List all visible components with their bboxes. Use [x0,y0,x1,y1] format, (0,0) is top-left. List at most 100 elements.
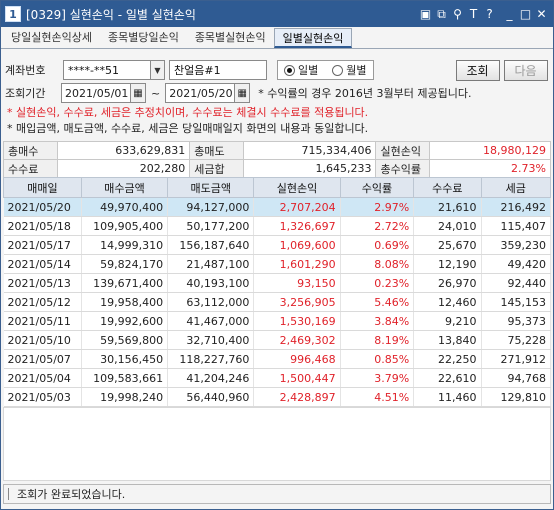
table-row[interactable]: 2021/05/13 139,671,400 40,193,100 93,150 0.2… [3,273,552,293]
query-button[interactable]: 조회 [455,59,500,81]
column-header[interactable]: 매매일 [3,177,82,198]
table-cell: 3.84% [340,311,415,331]
table-cell: 95,373 [481,311,552,331]
table-cell: 59,824,170 [81,254,169,274]
maximize-icon[interactable]: □ [518,5,533,23]
table-row[interactable]: 2021/05/18 109,905,400 50,177,200 1,326,697… [3,216,552,236]
column-header[interactable]: 수수료 [413,177,482,198]
table-cell: 49,420 [481,254,552,274]
table-row[interactable]: 2021/05/04 109,583,661 41,204,246 1,500,447… [3,368,552,388]
radio-monthly-dot[interactable] [332,64,344,76]
table-header-row: 매매일 매수금액 매도금액 실현손익 수익률 수수료 세금 [3,177,552,198]
radio-daily[interactable]: 일별 [284,62,318,78]
summary-value: 18,980,129 [429,141,551,160]
help-icon[interactable]: ? [482,5,497,23]
table-cell: 50,177,200 [167,216,255,236]
table-cell: 3.79% [340,368,415,388]
table-row[interactable]: 2021/05/14 59,824,170 21,487,100 1,601,290 8… [3,254,552,274]
table-cell: 75,228 [481,330,552,350]
summary-row: 수수료 202,280 세금합 1,645,233 총수익률 2.73% [3,159,551,178]
table-cell: 4.51% [340,387,415,407]
table-cell: 115,407 [481,216,552,236]
table-cell: 216,492 [481,197,552,217]
table-cell: 8.08% [340,254,415,274]
period-note: * 수익률의 경우 2016년 3월부터 제공됩니다. [258,87,472,100]
table-cell: 32,710,400 [167,330,255,350]
table-cell: 8.19% [340,330,415,350]
table-cell: 9,210 [413,311,482,331]
summary-key: 실현손익 [375,141,431,160]
table-cell: 2021/05/11 [3,311,82,331]
minimize-icon[interactable]: _ [502,5,517,23]
column-header[interactable]: 실현손익 [253,177,341,198]
account-name-field: 찬얼음#1 [169,60,267,80]
table-cell: 94,127,000 [167,197,255,217]
table-row[interactable]: 2021/05/17 14,999,310 156,187,640 1,069,600… [3,235,552,255]
column-header[interactable]: 매수금액 [80,177,169,198]
account-dropdown-icon[interactable]: ▼ [151,60,165,80]
radio-daily-label: 일별 [298,64,319,77]
table-cell: 2021/05/17 [3,235,82,255]
tab-3[interactable]: 종목별실현손익 [187,28,274,48]
table-cell: 14,999,310 [81,235,169,255]
period-type-radio-group: 일별 월별 [277,60,374,80]
account-number-input[interactable]: ****-**51 [63,60,151,80]
column-header[interactable]: 세금 [480,177,552,198]
table-row[interactable]: 2021/05/20 49,970,400 94,127,000 2,707,204 2… [3,197,552,217]
pin-icon[interactable]: ⚲ [450,5,465,23]
summary-key: 수수료 [3,159,58,178]
radio-monthly[interactable]: 월별 [332,62,367,78]
table-cell: 19,958,400 [81,292,169,312]
period-label: 조회기간 [5,87,46,100]
summary-value: 715,334,406 [243,141,377,160]
calendar-from-icon[interactable]: ▦ [131,83,146,103]
title-bar[interactable]: 1 [0329] 실현손익 - 일별 실현손익 ▣ ⧉ ⚲ T? _ □ ✕ [1,1,553,27]
table-cell: 2,469,302 [253,330,341,350]
next-button[interactable]: 다음 [503,59,548,81]
table-cell: 2021/05/12 [3,292,82,312]
table-cell: 19,998,240 [81,387,169,407]
table-cell: 22,610 [413,368,482,388]
tab-2[interactable]: 종목별당일손익 [100,28,187,48]
summary-value: 633,629,831 [56,141,191,160]
column-header[interactable]: 수익률 [339,177,415,198]
table-cell: 92,440 [481,273,552,293]
table-cell: 1,326,697 [253,216,341,236]
table-cell: 94,768 [481,368,552,388]
table-cell: 40,193,100 [167,273,255,293]
table-cell: 5.46% [340,292,415,312]
font-size-icon[interactable]: T [466,5,481,23]
status-bar: 조회가 완료되었습니다. [3,484,551,504]
table-cell: 49,970,400 [81,197,169,217]
daily-profit-table[interactable]: 매매일 매수금액 매도금액 실현손익 수익률 수수료 세금 2021/05/20 49,970,… [3,177,552,407]
tab-1[interactable]: 당일실현손익상세 [3,28,100,48]
date-from-input[interactable]: 2021/05/01 [61,83,131,103]
table-cell: 2021/05/07 [3,349,82,369]
copy-icon[interactable]: ⧉ [434,5,449,23]
table-row[interactable]: 2021/05/12 19,958,400 63,112,000 3,256,905 5… [3,292,552,312]
table-cell: 1,530,169 [253,311,341,331]
radio-daily-dot[interactable] [284,64,295,76]
table-cell: 2021/05/20 [3,197,82,217]
tab-4[interactable]: 일별실현손익 [273,28,353,48]
table-cell: 2021/05/04 [3,368,82,388]
table-row[interactable]: 2021/05/03 19,998,240 56,440,960 2,428,897 4… [3,387,552,407]
window-title: [0329] 실현손익 - 일별 실현손익 [26,7,196,22]
table-row[interactable]: 2021/05/11 19,992,600 41,467,000 1,530,169 3… [3,311,552,331]
column-header[interactable]: 매도금액 [167,177,255,198]
table-cell: 1,069,600 [253,235,341,255]
table-cell: 26,970 [413,273,482,293]
date-to-input[interactable]: 2021/05/20 [165,83,236,103]
table-cell: 25,670 [413,235,482,255]
table-row[interactable]: 2021/05/10 59,569,800 32,710,400 2,469,302 8… [3,330,552,350]
table-cell: 59,569,800 [81,330,169,350]
table-cell: 12,460 [413,292,482,312]
close-icon[interactable]: ✕ [534,5,549,23]
tab-bar: 당일실현손익상세 종목별당일손익 종목별실현손익 일별실현손익 [1,27,553,49]
window-icon[interactable]: ▣ [418,5,433,23]
table-cell: 2021/05/10 [3,330,82,350]
table-cell: 41,467,000 [167,311,255,331]
table-row[interactable]: 2021/05/07 30,156,450 118,227,760 996,468 0.… [3,349,552,369]
account-label: 계좌번호 [5,64,46,77]
calendar-to-icon[interactable]: ▦ [235,83,251,103]
